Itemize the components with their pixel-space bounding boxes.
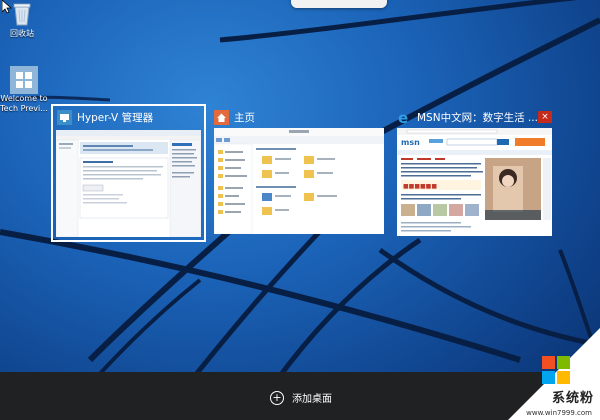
hyper-v-icon [57, 109, 72, 125]
window-preview [56, 130, 201, 237]
window-preview [214, 128, 384, 234]
microsoft-logo-icon [542, 356, 570, 384]
watermark-url: www.win7999.com [526, 409, 592, 417]
recycle-bin-icon [13, 3, 31, 26]
desktop-icon-label: Welcome to Tech Previ... [0, 94, 48, 113]
window-title: MSN中文网：数字生活 ... [417, 111, 538, 124]
window-header: 主页 [214, 106, 384, 128]
windows-logo-icon [10, 66, 38, 94]
task-view-window-msn[interactable]: e MSN中文网：数字生活 ... × msn ■■■■■■ [397, 106, 552, 236]
window-preview: msn ■■■■■■ [397, 128, 552, 236]
watermark-logo: 系统粉 www.win7999.com [508, 328, 600, 420]
window-header: e MSN中文网：数字生活 ... × [397, 106, 552, 128]
window-title: Hyper-V 管理器 [77, 111, 154, 124]
ie-browser-icon: e [397, 110, 412, 125]
svg-text:msn: msn [401, 138, 420, 147]
svg-text:■■■■■■: ■■■■■■ [403, 183, 437, 190]
window-header: Hyper-V 管理器 [53, 106, 204, 128]
desktop-icon-label: 回收站 [10, 29, 34, 38]
home-icon [214, 109, 229, 125]
desktop-icon-welcome[interactable]: Welcome to Tech Previ... [0, 66, 48, 114]
svg-text:e: e [398, 110, 408, 125]
task-view-window-explorer[interactable]: 主页 [214, 106, 384, 234]
close-window-button[interactable]: × [538, 111, 552, 123]
task-view-window-hyperv[interactable]: Hyper-V 管理器 [51, 104, 206, 242]
window-title: 主页 [234, 111, 255, 124]
plus-circle-icon: + [270, 390, 284, 405]
top-pill [291, 0, 387, 8]
watermark-brand: 系统粉 [551, 391, 594, 406]
add-desktop-button[interactable]: + 添加桌面 [270, 390, 332, 405]
desktop-icon-recycle-bin[interactable]: 回收站 [4, 2, 40, 39]
add-desktop-label: 添加桌面 [292, 394, 332, 405]
